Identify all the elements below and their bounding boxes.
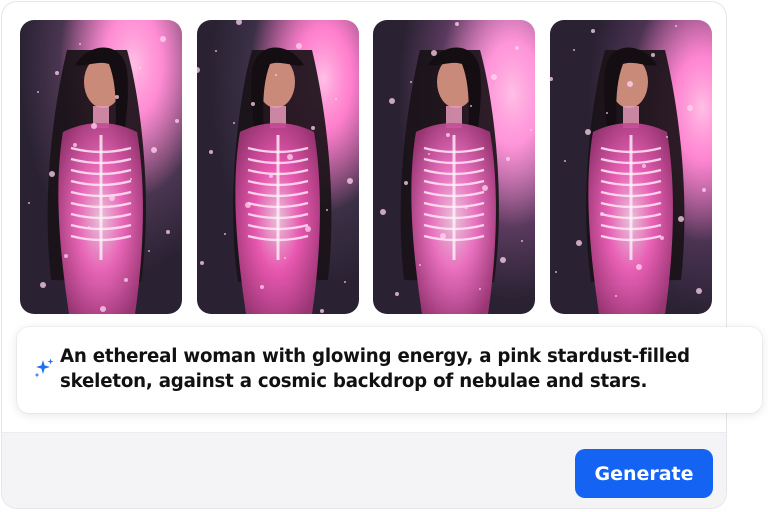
sparkles-icon (33, 357, 55, 379)
prompt-text: An ethereal woman with glowing energy, a… (60, 346, 690, 392)
generated-image-3[interactable] (373, 20, 535, 314)
generate-button[interactable]: Generate (575, 449, 713, 498)
image-gallery (20, 20, 713, 314)
generated-image-1[interactable] (20, 20, 182, 314)
generated-image-2[interactable] (197, 20, 359, 314)
prompt-box[interactable]: An ethereal woman with glowing energy, a… (17, 327, 762, 413)
generated-image-4[interactable] (550, 20, 712, 314)
generator-card: Generate (1, 1, 727, 509)
